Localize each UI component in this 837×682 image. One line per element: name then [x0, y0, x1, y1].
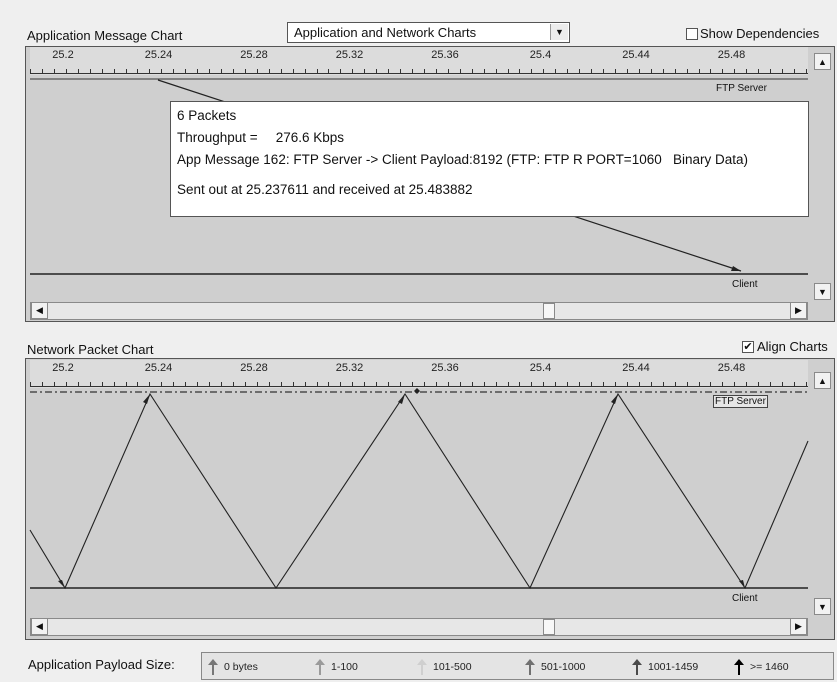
legend-title: Application Payload Size:: [28, 657, 175, 672]
application-message-chart-title: Application Message Chart: [27, 28, 183, 43]
top-client-lane-label: Client: [732, 279, 758, 290]
align-charts-checkbox[interactable]: ✔: [742, 341, 754, 353]
tooltip-timing: Sent out at 25.237611 and received at 25…: [177, 182, 473, 197]
legend-item: >= 1460: [734, 659, 789, 675]
top-ruler-label: 25.32: [335, 49, 364, 61]
bottom-ruler-baseline: [30, 386, 808, 387]
top-ruler-label: 25.2: [52, 49, 74, 61]
top-ruler-label: 25.48: [717, 49, 746, 61]
network-packet-chart-title: Network Packet Chart: [27, 342, 154, 357]
bottom-ruler-label: 25.48: [717, 362, 746, 374]
legend-item: 501-1000: [525, 659, 585, 675]
show-dependencies-checkbox[interactable]: [686, 28, 698, 40]
top-ruler-label: 25.28: [240, 49, 268, 61]
bottom-horizontal-scrollbar[interactable]: [30, 618, 808, 636]
legend-item: 0 bytes: [208, 659, 258, 675]
legend-item-label: 101-500: [433, 661, 472, 673]
bottom-ruler-label: 25.2: [52, 362, 74, 374]
chart-view-select-value: Application and Network Charts: [294, 25, 477, 40]
chevron-down-icon[interactable]: ▼: [550, 24, 568, 40]
bottom-ruler-label: 25.4: [529, 362, 552, 374]
top-scroll-down-button[interactable]: ▼: [814, 283, 831, 300]
top-ruler-label: 25.24: [144, 49, 173, 61]
tooltip-packets: 6 Packets: [177, 108, 237, 123]
top-ruler-label: 25.44: [622, 49, 650, 61]
payload-size-legend: 0 bytes 1-100 101-500 501-1000 1001-1459 >= 1…: [201, 652, 834, 680]
top-scroll-up-button[interactable]: ▲: [814, 53, 831, 70]
legend-item: 1001-1459: [632, 659, 698, 675]
top-scroll-thumb[interactable]: [543, 303, 555, 319]
bottom-ruler-label: 25.28: [240, 362, 268, 374]
up-arrow-icon: [525, 659, 535, 675]
top-scroll-right-button[interactable]: ▶: [790, 302, 807, 319]
align-charts-label[interactable]: Align Charts: [757, 339, 828, 354]
bottom-scroll-right-button[interactable]: ▶: [790, 618, 807, 635]
bottom-ruler-label: 25.32: [335, 362, 364, 374]
bottom-client-lane-label: Client: [732, 593, 758, 604]
legend-item-label: 501-1000: [541, 661, 586, 673]
up-arrow-icon: [315, 659, 325, 675]
up-arrow-icon: [208, 659, 218, 675]
top-scroll-left-button[interactable]: ◀: [31, 302, 48, 319]
bottom-scroll-left-button[interactable]: ◀: [31, 618, 48, 635]
show-dependencies-label[interactable]: Show Dependencies: [700, 26, 819, 41]
up-arrow-icon: [417, 659, 427, 675]
top-server-lane-label: FTP Server: [716, 83, 767, 94]
bottom-ruler-label: 25.44: [622, 362, 650, 374]
top-horizontal-scrollbar[interactable]: [30, 302, 808, 320]
tooltip-throughput: Throughput = 276.6 Kbps: [177, 127, 802, 149]
legend-item: 101-500: [417, 659, 472, 675]
up-arrow-icon: [734, 659, 744, 675]
legend-item: 1-100: [315, 659, 358, 675]
tooltip-throughput-value: 276.6 Kbps: [275, 130, 344, 145]
up-arrow-icon: [632, 659, 642, 675]
bottom-ruler-label: 25.24: [144, 362, 173, 374]
top-ruler-tick-marks: 25.2 25.24 25.28 25.32 25.36 25.4 25.44 25.48: [30, 47, 808, 75]
bottom-scroll-down-button[interactable]: ▼: [814, 598, 831, 615]
top-ruler-label: 25.36: [431, 49, 459, 61]
top-ruler-label: 25.4: [529, 49, 552, 61]
bottom-scroll-thumb[interactable]: [543, 619, 555, 635]
tooltip-message: App Message 162: FTP Server -> Client Pa…: [177, 152, 749, 167]
legend-item-label: 0 bytes: [224, 661, 258, 673]
bottom-ruler-label: 25.36: [431, 362, 459, 374]
bottom-server-lane-label: FTP Server: [713, 395, 768, 408]
tooltip-throughput-label: Throughput =: [177, 130, 258, 145]
bottom-scroll-up-button[interactable]: ▲: [814, 372, 831, 389]
legend-item-label: 1001-1459: [648, 661, 699, 673]
chart-view-select[interactable]: Application and Network Charts ▼: [287, 22, 570, 43]
message-tooltip: 6 Packets Throughput = 276.6 Kbps App Mes…: [170, 101, 809, 217]
legend-item-label: >= 1460: [750, 661, 789, 673]
top-ruler-baseline: [30, 73, 808, 74]
bottom-ruler-tick-marks: 25.2 25.24 25.28 25.32 25.36 25.4 25.44 25.48: [30, 360, 808, 388]
legend-item-label: 1-100: [331, 661, 358, 673]
